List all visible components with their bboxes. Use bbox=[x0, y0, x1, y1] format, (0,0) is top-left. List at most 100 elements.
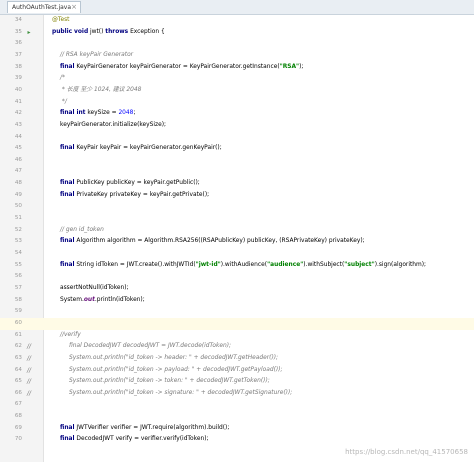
line-number: 66 bbox=[14, 389, 22, 396]
code-text: keyPairGenerator.initialize(keySize); bbox=[60, 121, 167, 128]
code-line[interactable]: 68 bbox=[0, 411, 474, 423]
code-line[interactable]: 47 bbox=[0, 166, 474, 178]
code-line[interactable]: 36 bbox=[0, 38, 474, 50]
code-text: final JWTVerifier verifier = JWT.require… bbox=[60, 424, 230, 431]
code-line[interactable]: 34 @Test bbox=[0, 15, 474, 27]
line-number: 50 bbox=[14, 203, 22, 210]
code-line[interactable]: 60 bbox=[0, 317, 474, 330]
code-line[interactable]: 44 bbox=[0, 132, 474, 144]
code-text: System.out.println("id_token -> signatur… bbox=[69, 389, 293, 396]
code-line[interactable]: 41 */ bbox=[0, 97, 474, 109]
code-text: //verify bbox=[60, 331, 81, 338]
code-line[interactable]: 55 final String idToken = JWT.create().wi… bbox=[0, 260, 474, 272]
code-line[interactable]: 39 /* bbox=[0, 73, 474, 85]
code-text: final PublicKey publicKey = keyPair.getP… bbox=[60, 180, 200, 187]
code-text: final KeyPairGenerator keyPairGenerator … bbox=[60, 63, 304, 70]
tab-label: AuthOAuthTest.java bbox=[12, 4, 72, 11]
line-number: 67 bbox=[14, 401, 22, 408]
code-line[interactable]: 52 // gen id_token bbox=[0, 225, 474, 237]
code-line[interactable]: 35 ▸ public void jwt() throws Exception { bbox=[0, 27, 474, 39]
line-number: 56 bbox=[14, 273, 22, 280]
line-number: 43 bbox=[14, 121, 22, 128]
line-number: 35 bbox=[14, 28, 22, 35]
code-line[interactable]: 57 assertNotNull(idToken); bbox=[0, 283, 474, 295]
code-line[interactable]: 38 final KeyPairGenerator keyPairGenerato… bbox=[0, 62, 474, 74]
code-line[interactable]: 48 final PublicKey publicKey = keyPair.ge… bbox=[0, 178, 474, 190]
line-number: 44 bbox=[14, 133, 22, 140]
code-line[interactable]: 69 final JWTVerifier verifier = JWT.requi… bbox=[0, 423, 474, 435]
code-line[interactable]: 54 bbox=[0, 248, 474, 260]
line-number: 62 bbox=[14, 343, 22, 350]
line-number: 40 bbox=[14, 86, 22, 93]
code-text: // RSA keyPair Generator bbox=[60, 51, 134, 58]
close-icon[interactable]: × bbox=[71, 3, 77, 11]
code-line[interactable]: 42 final int keySize = 2048; bbox=[0, 108, 474, 120]
line-number: 52 bbox=[14, 226, 22, 233]
code-text: /* bbox=[60, 75, 65, 82]
code-text: final PrivateKey privateKey = keyPair.ge… bbox=[60, 191, 210, 198]
code-line[interactable]: 59 bbox=[0, 306, 474, 318]
code-line[interactable]: 56 bbox=[0, 271, 474, 283]
line-number: 69 bbox=[14, 424, 22, 431]
line-number: 61 bbox=[14, 331, 22, 338]
code-line[interactable]: 37 // RSA keyPair Generator bbox=[0, 50, 474, 62]
comment-marker: // bbox=[26, 389, 32, 397]
code-line[interactable]: 70 final DecodedJWT verify = verifier.ver… bbox=[0, 434, 474, 446]
line-number: 34 bbox=[14, 17, 22, 23]
line-number: 37 bbox=[14, 51, 22, 58]
line-number: 39 bbox=[14, 75, 22, 82]
code-line[interactable]: 61 //verify bbox=[0, 330, 474, 342]
code-line[interactable]: 53 final Algorithm algorithm = Algorithm.… bbox=[0, 236, 474, 248]
code-text: final Algorithm algorithm = Algorithm.RS… bbox=[60, 238, 365, 245]
run-test-icon[interactable]: ▸ bbox=[24, 27, 34, 39]
line-number: 57 bbox=[14, 284, 22, 291]
code-line[interactable]: 51 bbox=[0, 213, 474, 225]
code-line[interactable]: 45 final KeyPair keyPair = keyPairGenerat… bbox=[0, 143, 474, 155]
code-text: final DecodedJWT decodedJWT = JWT.decode… bbox=[69, 343, 232, 350]
code-line[interactable]: 62 // final DecodedJWT decodedJWT = JWT.de… bbox=[0, 341, 474, 353]
line-number: 51 bbox=[14, 215, 22, 222]
code-text: System.out.println("id_token -> payload:… bbox=[69, 366, 283, 373]
line-number: 48 bbox=[14, 180, 22, 187]
code-text: System.out.println("id_token -> header: … bbox=[69, 354, 279, 361]
line-number: 36 bbox=[14, 40, 22, 47]
comment-marker: // bbox=[26, 343, 32, 351]
code-text: */ bbox=[60, 98, 67, 105]
code-line[interactable]: 43 keyPairGenerator.initialize(keySize); bbox=[0, 120, 474, 132]
line-number: 45 bbox=[14, 145, 22, 152]
line-number: 38 bbox=[14, 63, 22, 70]
editor-tab-bar: AuthOAuthTest.java × bbox=[0, 0, 474, 15]
code-line[interactable]: 64 // System.out.println("id_token -> payl… bbox=[0, 365, 474, 377]
watermark-text: https://blog.csdn.net/qq_41570658 bbox=[345, 448, 468, 456]
code-line[interactable]: 67 bbox=[0, 399, 474, 411]
code-line[interactable]: 40 * 长度 至少 1024, 建议 2048 bbox=[0, 85, 474, 97]
code-text: System.out.println(idToken); bbox=[60, 296, 145, 303]
line-number: 58 bbox=[14, 296, 22, 303]
line-number: 55 bbox=[14, 261, 22, 268]
line-number: 65 bbox=[14, 378, 22, 385]
code-line[interactable]: 49 final PrivateKey privateKey = keyPair.… bbox=[0, 190, 474, 202]
line-number: 54 bbox=[14, 250, 22, 256]
code-line[interactable]: 50 bbox=[0, 201, 474, 213]
code-line[interactable]: 46 bbox=[0, 155, 474, 167]
line-number: 60 bbox=[14, 319, 22, 326]
code-text: final String idToken = JWT.create().with… bbox=[60, 261, 427, 268]
comment-marker: // bbox=[26, 378, 32, 386]
tab-auth-oauth-test[interactable]: AuthOAuthTest.java × bbox=[7, 1, 81, 13]
code-line[interactable]: 65 // System.out.println("id_token -> toke… bbox=[0, 376, 474, 388]
code-text: * 长度 至少 1024, 建议 2048 bbox=[60, 86, 142, 93]
line-number: 46 bbox=[14, 156, 22, 163]
line-number: 59 bbox=[14, 308, 22, 315]
code-line[interactable]: 63 // System.out.println("id_token -> head… bbox=[0, 353, 474, 365]
line-number: 42 bbox=[14, 110, 22, 117]
code-text: public void jwt() throws Exception { bbox=[52, 28, 165, 35]
code-line[interactable]: 58 System.out.println(idToken); bbox=[0, 295, 474, 307]
code-text: assertNotNull(idToken); bbox=[60, 284, 129, 291]
code-text: @Test bbox=[52, 17, 70, 23]
line-number: 68 bbox=[14, 413, 22, 420]
code-text: final KeyPair keyPair = keyPairGenerator… bbox=[60, 145, 222, 152]
code-line[interactable]: 66 // System.out.println("id_token -> sign… bbox=[0, 388, 474, 400]
comment-marker: // bbox=[26, 354, 32, 362]
line-number: 47 bbox=[14, 168, 22, 175]
line-number: 41 bbox=[14, 98, 22, 105]
